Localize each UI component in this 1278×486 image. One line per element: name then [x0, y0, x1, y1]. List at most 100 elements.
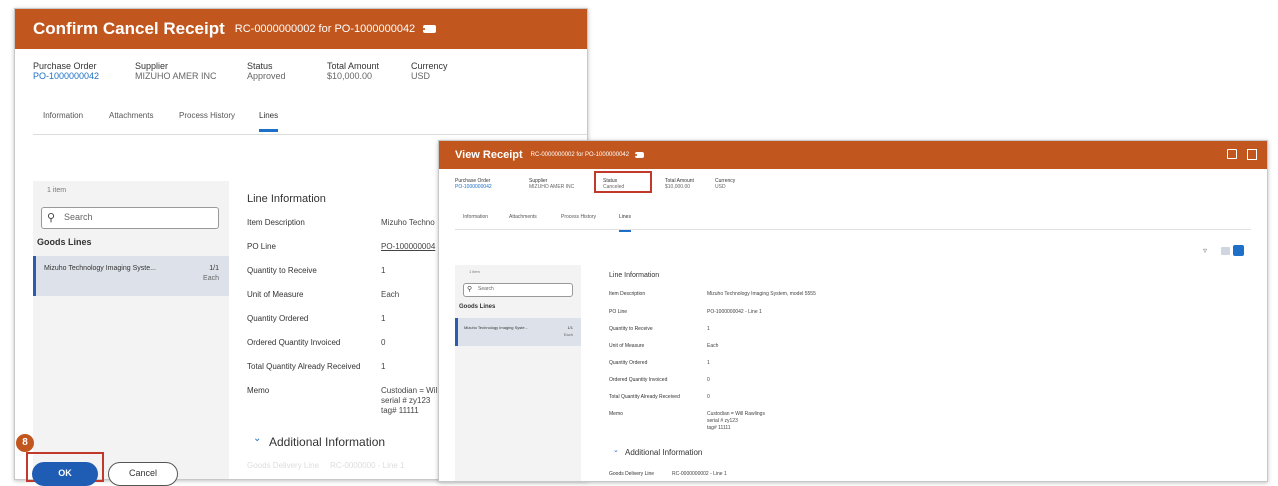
- summary-purchase-order: Purchase Order PO-1000000042: [33, 61, 100, 81]
- additional-information-heading[interactable]: Additional Information: [269, 435, 385, 449]
- view-header: View Receipt RC-0000000002 for PO-100000…: [439, 141, 1267, 169]
- view-label-quantity-to-receive: Quantity to Receive: [609, 326, 653, 332]
- value-ordered-quantity-invoiced: 0: [381, 338, 386, 347]
- view-value-item-description: Mizuho Technology Imaging System, model …: [707, 291, 816, 297]
- value-item-description: Mizuho Techno: [381, 218, 435, 227]
- view-search-icon: ⚲: [467, 286, 473, 293]
- ok-button[interactable]: OK: [32, 462, 98, 486]
- cancel-button[interactable]: Cancel: [108, 462, 178, 486]
- faded-delivery-row: Goods Delivery Line RC-0000000 - Line 1: [247, 461, 405, 470]
- value-quantity-ordered: 1: [381, 314, 386, 323]
- memo-line-1: Custodian = Wil: [381, 386, 438, 395]
- view-goods-line-qty: 1/1: [567, 325, 573, 330]
- tabs-divider: [33, 134, 587, 135]
- view-item-count: 1 item: [469, 269, 480, 274]
- export-icon[interactable]: [1227, 149, 1237, 159]
- view-goods-lines-heading: Goods Lines: [459, 304, 496, 310]
- lines-list-panel: 1 item ⚲ Search Goods Lines Mizuho Techn…: [33, 181, 229, 479]
- status-highlight-box: [594, 171, 652, 193]
- purchase-order-link[interactable]: PO-1000000042: [33, 71, 99, 81]
- memo-line-2: serial # zy123: [381, 396, 431, 405]
- view-search-input[interactable]: ⚲ Search: [463, 283, 573, 297]
- goods-line-unit: Each: [203, 275, 219, 282]
- value-unit-of-measure: Each: [381, 290, 400, 299]
- memo-line-3: tag# 11111: [381, 406, 419, 415]
- value-total-quantity-received: 1: [381, 362, 386, 371]
- view-goods-delivery-link[interactable]: RC-0000000002 - Line 1: [672, 471, 727, 477]
- view-summary-currency: Currency USD: [715, 178, 736, 190]
- goods-lines-heading: Goods Lines: [37, 237, 92, 247]
- view-tab-attachments[interactable]: Attachments: [509, 214, 537, 220]
- dialog-subtitle: RC-0000000002 for PO-1000000042: [234, 23, 416, 35]
- view-summary-total: Total Amount $10,000.00: [665, 178, 694, 190]
- print-icon[interactable]: [1247, 149, 1257, 160]
- label-memo: Memo: [247, 386, 270, 395]
- view-value-quantity-to-receive: 1: [707, 326, 710, 332]
- view-label-item-description: Item Description: [609, 291, 646, 297]
- view-lines-list-panel: 1 item ⚲ Search Goods Lines Mizuho Techn…: [455, 265, 581, 481]
- chevron-down-icon[interactable]: ⌄: [253, 433, 261, 444]
- label-ordered-quantity-invoiced: Ordered Quantity Invoiced: [247, 338, 341, 347]
- goods-line-item[interactable]: Mizuho Technology Imaging Syste... 1/1 E…: [33, 256, 229, 296]
- view-memo-line-2: serial # zy123: [707, 418, 738, 424]
- value-quantity-to-receive: 1: [381, 266, 386, 275]
- view-label-ordered-quantity-invoiced: Ordered Quantity Invoiced: [609, 377, 668, 383]
- dialog-title: Confirm Cancel Receipt: [33, 19, 225, 38]
- view-label-goods-delivery-line: Goods Delivery Line: [609, 471, 655, 477]
- tab-attachments[interactable]: Attachments: [109, 111, 153, 120]
- view-summary-supplier: Supplier MIZUHO AMER INC: [529, 178, 575, 190]
- view-purchase-order-link[interactable]: PO-1000000042: [455, 184, 492, 190]
- step-badge: 8: [16, 434, 34, 452]
- label-quantity-ordered: Quantity Ordered: [247, 314, 309, 323]
- view-goods-line-name: Mizuho Technology Imaging Syste...: [464, 325, 528, 330]
- label-quantity-to-receive: Quantity to Receive: [247, 266, 317, 275]
- line-information-heading: Line Information: [247, 193, 326, 205]
- view-summary-purchase-order: Purchase Order PO-1000000042: [455, 178, 492, 190]
- po-line-link[interactable]: PO-100000004: [381, 242, 435, 251]
- view-goods-line-item[interactable]: Mizuho Technology Imaging Syste... 1/1 E…: [455, 318, 581, 346]
- view-label-quantity-ordered: Quantity Ordered: [609, 360, 648, 366]
- goods-line-name: Mizuho Technology Imaging Syste...: [44, 265, 156, 272]
- search-input[interactable]: ⚲ Search: [41, 207, 219, 229]
- more-icon[interactable]: [423, 25, 437, 33]
- detail-view-icon[interactable]: [1233, 245, 1244, 256]
- view-label-po-line: PO Line: [609, 309, 628, 315]
- view-tab-process-history[interactable]: Process History: [561, 214, 596, 220]
- view-line-information-heading: Line Information: [609, 272, 660, 279]
- summary-status: Status Approved: [247, 61, 286, 81]
- view-po-line-link[interactable]: PO-1000000042 - Line 1: [707, 309, 762, 315]
- view-memo-line-3: tag# 11111: [707, 425, 731, 431]
- tab-lines[interactable]: Lines: [259, 111, 279, 132]
- view-label-memo: Memo: [609, 411, 623, 417]
- view-memo-line-1: Custodian = Will Rawlings: [707, 411, 765, 417]
- view-additional-information-heading[interactable]: Additional Information: [625, 448, 702, 457]
- summary-currency: Currency USD: [411, 61, 448, 81]
- item-count: 1 item: [47, 187, 67, 194]
- label-total-quantity-received: Total Quantity Already Received: [247, 362, 361, 371]
- search-placeholder: Search: [64, 212, 93, 222]
- view-chevron-down-icon[interactable]: ⌄: [613, 446, 619, 454]
- filter-icon[interactable]: ▿: [1203, 246, 1207, 255]
- view-title: View Receipt: [455, 149, 523, 161]
- summary-supplier: Supplier MIZUHO AMER INC: [135, 61, 217, 81]
- view-value-quantity-ordered: 1: [707, 360, 710, 366]
- view-goods-line-unit: Each: [563, 332, 573, 337]
- tab-process-history[interactable]: Process History: [179, 111, 235, 120]
- view-label-total-quantity-received: Total Quantity Already Received: [609, 394, 680, 400]
- view-label-unit-of-measure: Unit of Measure: [609, 343, 645, 349]
- more-icon[interactable]: [635, 152, 645, 158]
- view-receipt-window: View Receipt RC-0000000002 for PO-100000…: [438, 140, 1268, 482]
- view-value-unit-of-measure: Each: [707, 343, 719, 349]
- view-value-total-quantity-received: 0: [707, 394, 710, 400]
- view-tab-information[interactable]: Information: [463, 214, 488, 220]
- goods-line-qty: 1/1: [209, 265, 219, 272]
- label-unit-of-measure: Unit of Measure: [247, 290, 304, 299]
- view-tab-lines[interactable]: Lines: [619, 214, 631, 232]
- view-subtitle: RC-0000000002 for PO-1000000042: [530, 152, 630, 158]
- tab-information[interactable]: Information: [43, 111, 83, 120]
- view-search-placeholder: Search: [478, 286, 494, 292]
- view-value-ordered-quantity-invoiced: 0: [707, 377, 710, 383]
- label-item-description: Item Description: [247, 218, 305, 227]
- list-view-icon[interactable]: [1221, 247, 1230, 255]
- search-icon: ⚲: [47, 212, 56, 224]
